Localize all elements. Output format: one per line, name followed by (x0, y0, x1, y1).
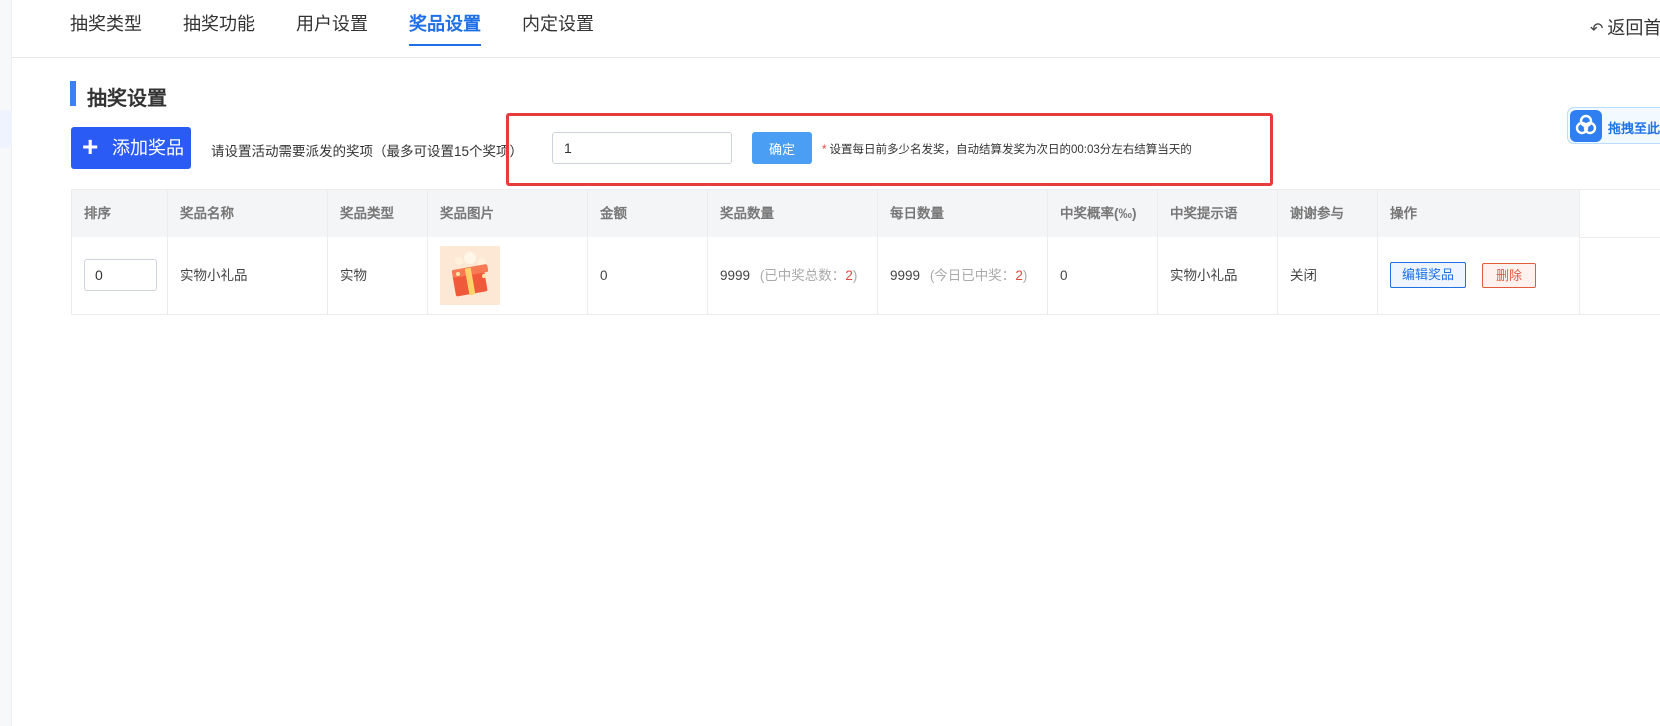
col-amount: 金额 (588, 190, 708, 237)
undo-arrow-icon: ↶ (1590, 21, 1604, 38)
sidebar-active-marker (0, 110, 12, 148)
section-title: 抽奖设置 (87, 88, 167, 110)
cell-quantity: 9999 (已中奖总数：2) (708, 237, 878, 314)
back-home-link[interactable]: ↶返回首页 (1590, 14, 1660, 40)
back-label: 返回首页 (1607, 18, 1660, 38)
left-sidebar-edge (0, 0, 12, 726)
tab-user-settings[interactable]: 用户设置 (296, 12, 368, 44)
cell-actions: 编辑奖品 删除 (1378, 237, 1580, 314)
cell-prize-image (428, 237, 588, 314)
daily-winners-input[interactable] (552, 132, 732, 164)
top-tab-bar: 抽奖类型 抽奖功能 用户设置 奖品设置 内定设置 ↶返回首页 (12, 0, 1660, 58)
cell-amount: 0 (588, 237, 708, 314)
col-actions: 操作 (1390, 206, 1417, 221)
col-prize-image: 奖品图片 (428, 190, 588, 237)
col-probability: 中奖概率(‰) (1048, 190, 1158, 237)
delete-prize-button[interactable]: 删除 (1482, 263, 1537, 288)
col-sort: 排序 (72, 190, 168, 237)
settlement-note: * 设置每日前多少名发奖，自动结算发奖为次日的00:03分左右结算当天的 (822, 141, 1192, 157)
cell-win-tip: 实物小礼品 (1158, 237, 1278, 314)
col-thanks: 谢谢参与 (1278, 190, 1378, 237)
cell-thanks: 关闭 (1278, 237, 1378, 314)
col-daily-quantity: 每日数量 (878, 190, 1048, 237)
settlement-note-text: 设置每日前多少名发奖，自动结算发奖为次日的00:03分左右结算当天的 (829, 144, 1192, 156)
quantity-won-suffix: ) (852, 268, 858, 283)
quantity-value: 9999 (720, 268, 751, 283)
table-header-extension (1580, 189, 1660, 238)
tab-lottery-type[interactable]: 抽奖类型 (70, 12, 142, 44)
drag-here-button[interactable]: 拖拽至此 (1567, 107, 1660, 144)
quantity-won-prefix: (已中奖总数： (759, 268, 846, 283)
drag-here-label: 拖拽至此 (1608, 121, 1660, 136)
confirm-button[interactable]: 确定 (752, 132, 812, 164)
col-prize-type: 奖品类型 (328, 190, 428, 237)
required-star: * (822, 144, 827, 156)
col-quantity: 奖品数量 (708, 190, 878, 237)
table-header: 排序 奖品名称 奖品类型 奖品图片 金额 奖品数量 每日数量 中奖概率(‰) 中… (71, 189, 1580, 238)
cell-daily-quantity: 9999 (今日已中奖：2) (878, 237, 1048, 314)
sort-order-input[interactable] (84, 259, 157, 291)
cell-sort (72, 237, 168, 314)
cloud-icon (1570, 110, 1602, 142)
quantity-won-count: 2 (845, 268, 853, 283)
tab-lottery-function[interactable]: 抽奖功能 (183, 12, 255, 44)
daily-won-suffix: ) (1022, 268, 1028, 283)
table-row-extension (1580, 237, 1660, 315)
col-prize-name: 奖品名称 (168, 190, 328, 237)
daily-won-prefix: (今日已中奖： (929, 268, 1016, 283)
daily-won-count: 2 (1015, 268, 1023, 283)
table-row: 实物小礼品 实物 0 (71, 237, 1580, 315)
add-prize-button[interactable]: + 添加奖品 (71, 127, 191, 169)
section-title-accent (70, 81, 76, 106)
page: 抽奖类型 抽奖功能 用户设置 奖品设置 内定设置 ↶返回首页 抽奖设置 + 添加… (0, 0, 1660, 726)
cell-prize-name: 实物小礼品 (168, 237, 328, 314)
daily-value: 9999 (890, 268, 921, 283)
gift-box-image (440, 246, 500, 305)
tab-prize-settings[interactable]: 奖品设置 (409, 12, 481, 46)
add-prize-label: 添加奖品 (112, 138, 184, 158)
tab-preset-settings[interactable]: 内定设置 (522, 12, 594, 44)
edit-prize-button[interactable]: 编辑奖品 (1390, 262, 1467, 288)
cell-probability: 0 (1048, 237, 1158, 314)
cell-prize-type: 实物 (328, 237, 428, 314)
prize-limit-hint: 请设置活动需要派发的奖项（最多可设置15个奖项） (211, 144, 524, 159)
col-win-tip: 中奖提示语 (1158, 190, 1278, 237)
plus-icon: + (82, 131, 99, 162)
